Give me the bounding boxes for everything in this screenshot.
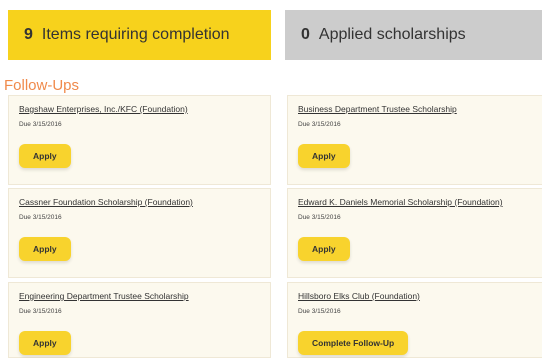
scholarship-title-link[interactable]: Cassner Foundation Scholarship (Foundati… — [19, 197, 193, 207]
applied-scholarships-tile[interactable]: 0 Applied scholarships — [285, 10, 542, 60]
scholarship-title-link[interactable]: Edward K. Daniels Memorial Scholarship (… — [298, 197, 503, 207]
items-requiring-completion-count: 9 — [24, 26, 33, 43]
scholarship-title-link[interactable]: Business Department Trustee Scholarship — [298, 104, 457, 114]
items-requiring-completion-tile[interactable]: 9 Items requiring completion — [8, 10, 271, 60]
scholarship-title-link[interactable]: Bagshaw Enterprises, Inc./KFC (Foundatio… — [19, 104, 188, 114]
apply-button[interactable]: Apply — [19, 237, 71, 261]
apply-button[interactable]: Apply — [19, 144, 71, 168]
scholarship-card: Engineering Department Trustee Scholarsh… — [8, 282, 271, 358]
due-date: Due 3/15/2016 — [298, 121, 341, 128]
due-date: Due 3/15/2016 — [19, 308, 62, 315]
scholarship-title-link[interactable]: Hillsboro Elks Club (Foundation) — [298, 291, 420, 301]
due-date: Due 3/15/2016 — [19, 121, 62, 128]
apply-button[interactable]: Apply — [298, 237, 350, 261]
scholarship-card: Business Department Trustee Scholarship … — [287, 95, 542, 185]
scholarship-card: Edward K. Daniels Memorial Scholarship (… — [287, 188, 542, 278]
scholarship-card: Cassner Foundation Scholarship (Foundati… — [8, 188, 271, 278]
items-requiring-completion-label: Items requiring completion — [41, 26, 230, 43]
due-date: Due 3/15/2016 — [19, 214, 62, 221]
scholarship-card: Bagshaw Enterprises, Inc./KFC (Foundatio… — [8, 95, 271, 185]
apply-button[interactable]: Apply — [298, 144, 350, 168]
applied-scholarships-count: 0 — [301, 26, 310, 43]
due-date: Due 3/15/2016 — [298, 308, 341, 315]
follow-ups-heading: Follow-Ups — [4, 77, 80, 94]
apply-button[interactable]: Apply — [19, 331, 71, 355]
scholarship-card: Hillsboro Elks Club (Foundation) Due 3/1… — [287, 282, 542, 358]
due-date: Due 3/15/2016 — [298, 214, 341, 221]
applied-scholarships-label: Applied scholarships — [318, 26, 466, 43]
complete-follow-up-button[interactable]: Complete Follow-Up — [298, 331, 409, 355]
scholarship-title-link[interactable]: Engineering Department Trustee Scholarsh… — [19, 291, 189, 301]
